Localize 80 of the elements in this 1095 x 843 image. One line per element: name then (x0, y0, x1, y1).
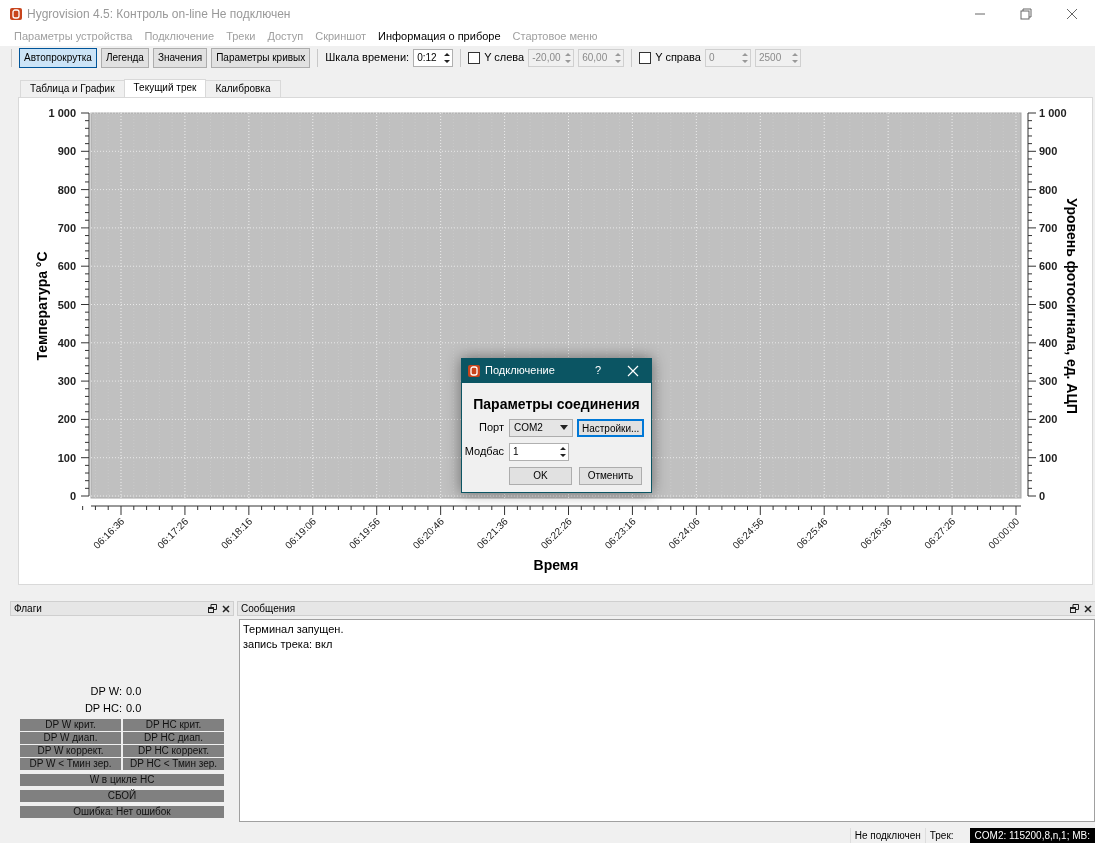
value-label: DP W: (89, 684, 122, 698)
value-text: 0.0 (126, 701, 142, 715)
tick-label: 200 (57, 413, 76, 426)
flag-indicator: DP HC < Тмин зер. (123, 758, 224, 770)
axis-title: Температура °C (34, 251, 50, 361)
cancel-button[interactable]: Отменить (579, 466, 642, 485)
log-line: запись трека: вкл (243, 638, 334, 652)
checkbox[interactable] (639, 52, 652, 64)
tick-label: 0 (1039, 490, 1046, 502)
time-scale-label: Шкала времени: (325, 51, 410, 65)
flag-indicator: СБОЙ (20, 790, 224, 802)
value-label: DP HC: (83, 701, 122, 715)
dialog-title: Подключение (485, 364, 556, 378)
toolbar-button[interactable]: Автопрокрутка (19, 48, 97, 68)
tick-label: 500 (57, 298, 76, 311)
menu-item[interactable]: Информация о приборе (372, 30, 507, 44)
caret-icon (560, 425, 568, 431)
flag-indicator: DP W коррект. (20, 745, 121, 757)
value-text: 0.0 (126, 684, 142, 698)
field-label: Порт (478, 421, 504, 435)
spin-arrows-icon[interactable] (442, 50, 453, 66)
status-text: COM2: 115200,8,n,1; MB: (969, 828, 1095, 843)
tab[interactable]: Таблица и График (20, 80, 125, 97)
dialog-heading: Параметры соединения (472, 396, 641, 413)
close-icon[interactable] (1084, 604, 1092, 613)
flag-indicator: DP HC диап. (123, 732, 224, 744)
close-icon[interactable] (222, 604, 230, 613)
tab[interactable]: Калибровка (205, 80, 281, 97)
status-text: Не подключен (849, 828, 925, 843)
help-button[interactable]: ? (594, 364, 601, 378)
tick-label: 800 (1039, 183, 1058, 196)
flag-indicator: Ошибка: Нет ошибок (20, 806, 224, 818)
tick-label: 700 (57, 221, 76, 234)
toolbar-button[interactable]: Значения (152, 48, 208, 68)
app-icon (10, 8, 22, 20)
flag-indicator: DP HC коррект. (123, 745, 224, 757)
tick-label: 400 (57, 336, 76, 349)
axis-title: Уровень фотосигнала, ед. АЦП (1064, 198, 1080, 414)
tick-label: 600 (57, 260, 76, 273)
tick-label: 100 (57, 451, 76, 464)
tick-label: 400 (1039, 336, 1058, 349)
tab[interactable]: Текущий трек (123, 79, 207, 97)
port-dropdown[interactable]: COM2 (509, 418, 573, 437)
tick-label: 900 (1039, 145, 1058, 158)
checkbox[interactable] (468, 52, 481, 64)
toolbar-button[interactable]: Легенда (100, 48, 149, 68)
tick-label: 600 (1039, 260, 1058, 273)
log-line: Терминал запущен. (243, 623, 345, 637)
checkbox-label: Y слева (484, 51, 525, 65)
tick-label: 100 (1039, 451, 1058, 464)
checkbox-label: Y справа (655, 51, 701, 65)
tick-label: 200 (1039, 413, 1058, 426)
tick-label: 700 (1039, 221, 1058, 234)
field-label: Модбас (463, 445, 504, 459)
float-icon[interactable] (1070, 604, 1079, 613)
settings-button[interactable]: Настройки... (577, 418, 645, 437)
tick-label: 300 (1039, 375, 1058, 388)
axis-title: Время (533, 557, 579, 573)
toolbar-button[interactable]: Параметры кривых (211, 48, 311, 68)
dock-title: Флаги (14, 602, 43, 615)
spin-box[interactable]: 0:12 (413, 49, 454, 67)
tick-label: 500 (1039, 298, 1058, 311)
modbus-spin-box[interactable]: 1 (509, 442, 569, 461)
app-icon (468, 365, 480, 377)
status-text: Трек: (924, 828, 958, 843)
dock-title: Сообщения (241, 602, 297, 615)
tick-label: 1 000 (48, 107, 76, 119)
float-icon[interactable] (208, 604, 217, 613)
tick-label: 1 000 (1039, 107, 1067, 119)
tick-label: 0 (69, 490, 76, 502)
flag-indicator: DP W < Тмин зер. (20, 758, 121, 770)
flag-indicator: W в цикле HC (20, 774, 224, 786)
tick-label: 300 (57, 375, 76, 388)
flag-indicator: DP HC крит. (123, 719, 224, 731)
flag-indicator: DP W крит. (20, 719, 121, 731)
ok-button[interactable]: OK (509, 466, 572, 485)
tick-label: 800 (57, 183, 76, 196)
flag-indicator: DP W диап. (20, 732, 121, 744)
tick-label: 900 (57, 145, 76, 158)
window-title: Hygrovision 4.5: Контроль on-line Не подключен (27, 6, 292, 22)
